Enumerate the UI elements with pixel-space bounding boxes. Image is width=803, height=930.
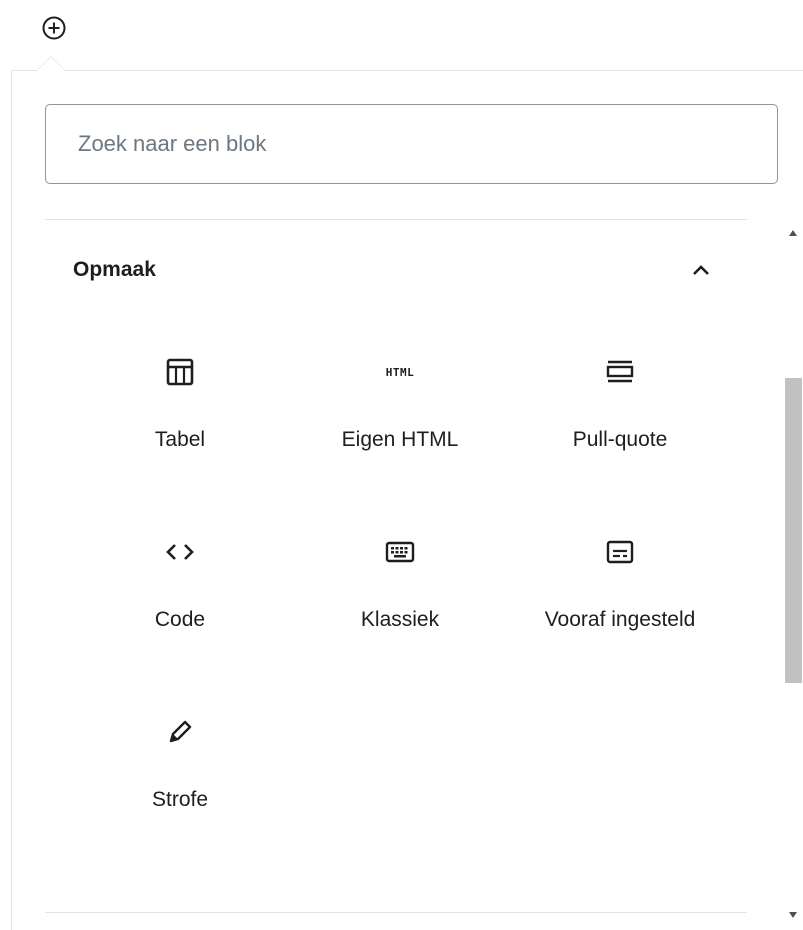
block-item-code[interactable]: Code xyxy=(70,510,290,690)
keyboard-icon xyxy=(376,528,424,576)
scroll-down-arrow[interactable] xyxy=(783,900,803,930)
block-label: Tabel xyxy=(154,428,206,451)
section-header-opmaak[interactable]: Opmaak xyxy=(45,240,747,300)
block-item-klassiek[interactable]: Klassiek xyxy=(290,510,510,690)
block-item-pull-quote[interactable]: Pull-quote xyxy=(510,330,730,510)
code-icon xyxy=(156,528,204,576)
block-item-strofe[interactable]: Strofe xyxy=(70,690,290,870)
block-search-input[interactable] xyxy=(45,104,778,184)
pencil-icon xyxy=(156,708,204,756)
divider xyxy=(45,912,747,913)
add-block-button[interactable] xyxy=(36,10,72,46)
block-grid: Tabel HTML Eigen HTML Pull-quote Code Kl… xyxy=(70,330,730,870)
plus-circle-icon xyxy=(42,16,66,40)
block-item-eigen-html[interactable]: HTML Eigen HTML xyxy=(290,330,510,510)
html-icon-text: HTML xyxy=(385,365,415,379)
divider xyxy=(45,219,747,220)
block-label: Eigen HTML xyxy=(341,428,459,451)
scrollbar[interactable] xyxy=(783,218,803,930)
triangle-up-icon xyxy=(789,230,797,236)
block-label: Pull-quote xyxy=(572,428,668,451)
triangle-down-icon xyxy=(789,912,797,918)
chevron-up-icon xyxy=(693,265,709,275)
scroll-up-arrow[interactable] xyxy=(783,218,803,248)
pullquote-icon xyxy=(596,348,644,396)
block-label: Code xyxy=(154,608,206,631)
block-item-tabel[interactable]: Tabel xyxy=(70,330,290,510)
block-inserter-page: Opmaak Tabel HTML Eigen HTML xyxy=(0,0,803,930)
block-label: Vooraf ingesteld xyxy=(544,608,696,631)
preformatted-icon xyxy=(596,528,644,576)
table-icon xyxy=(156,348,204,396)
block-label: Strofe xyxy=(151,788,209,811)
section-title: Opmaak xyxy=(73,258,156,281)
block-label: Klassiek xyxy=(360,608,440,631)
section-toggle[interactable] xyxy=(681,250,721,290)
scrollbar-thumb[interactable] xyxy=(785,378,802,683)
html-icon: HTML xyxy=(376,348,424,396)
block-item-vooraf-ingesteld[interactable]: Vooraf ingesteld xyxy=(510,510,730,690)
